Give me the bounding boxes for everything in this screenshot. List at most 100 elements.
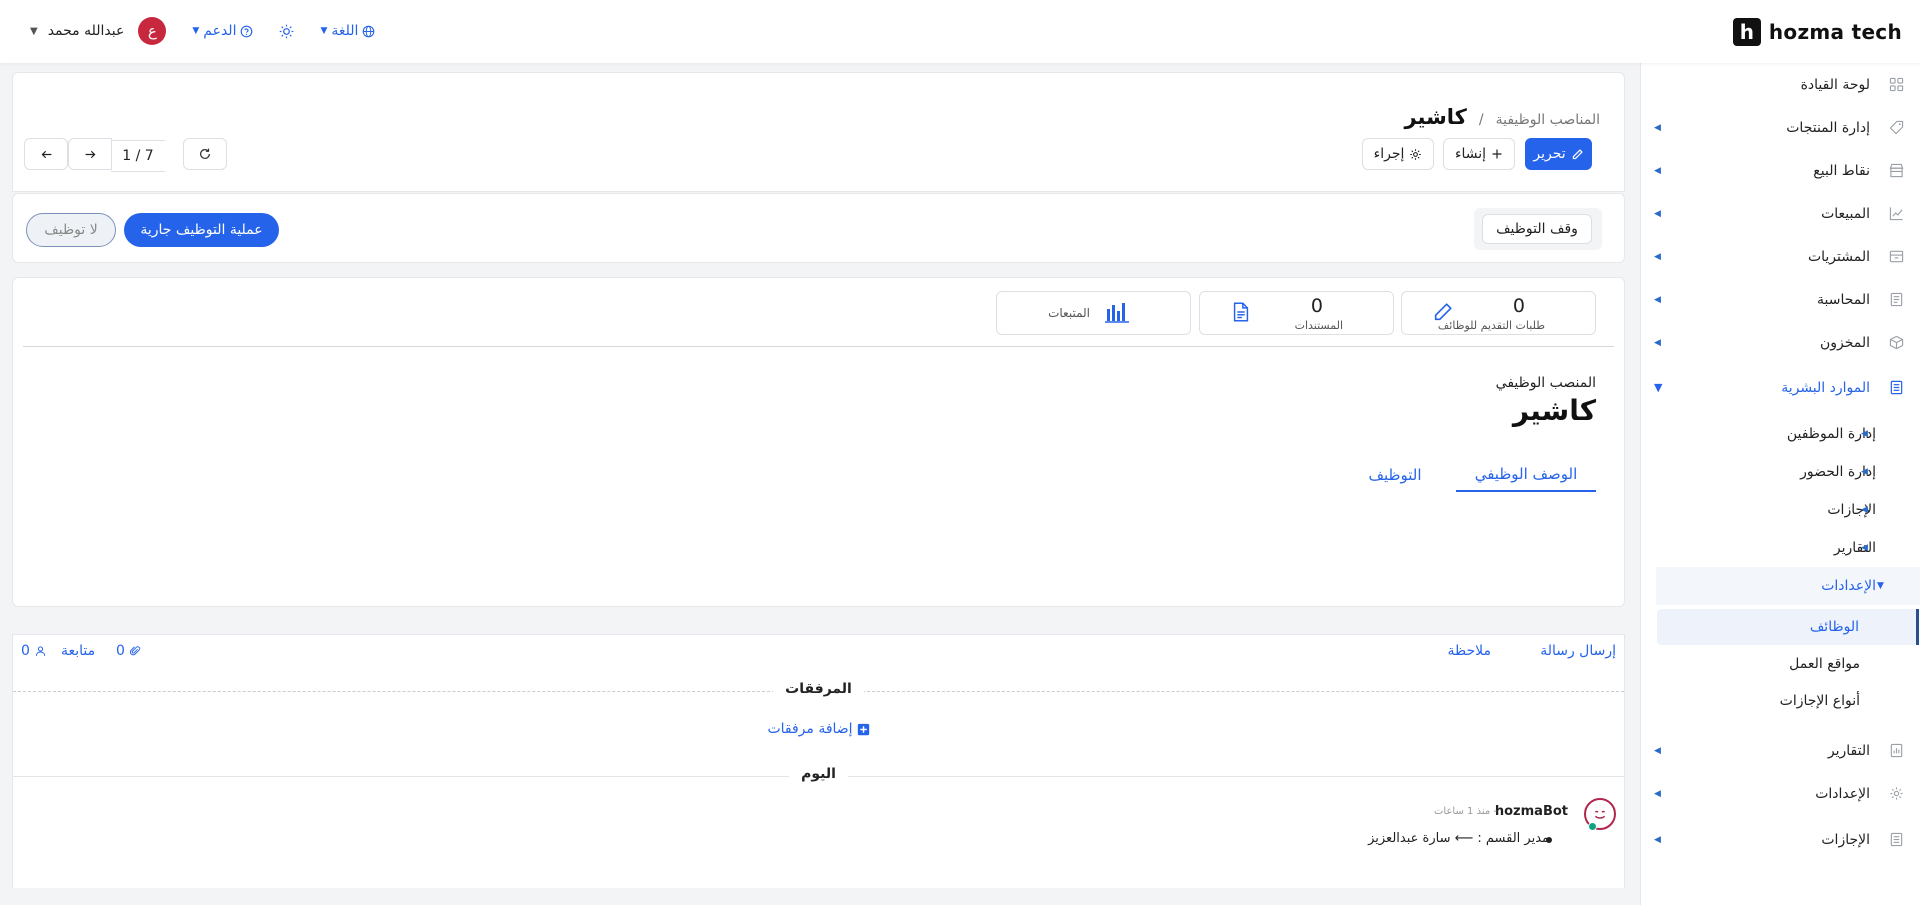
globe-icon [362,25,375,38]
dashboard-icon [1889,77,1904,92]
sidebar-leaf-label: الوظائف [1809,619,1859,635]
arrow-right-icon [84,148,97,161]
sidebar-leaf-jobs[interactable]: الوظائف [1657,609,1919,645]
follow-button[interactable]: متابعة [61,643,95,659]
caret-left-icon: ◀ [1861,543,1868,553]
user-name[interactable]: عبدالله محمد [48,23,125,39]
stat-documents[interactable]: 0 المستندات [1199,291,1394,335]
sidebar-subitem-label: الإعدادات [1821,578,1876,594]
sidebar-item-label: إدارة المنتجات [1786,119,1870,136]
page-title: كاشير [1404,105,1467,129]
user-icon [35,645,46,657]
sidebar-item-settings[interactable]: الإعدادات ◀ [1640,772,1920,815]
pager-count[interactable]: 1 / 7 [111,140,165,172]
add-attachments-button[interactable]: إضافة مرفقات [13,721,1624,737]
stat-value: 0 [1310,295,1323,317]
chart-icon [1889,206,1904,221]
sidebar-subitem-attendance[interactable]: إدارة الحضور ◀ [1640,453,1920,491]
stat-applications[interactable]: 0 طلبات التقديم للوظائف [1401,291,1596,335]
sidebar-item-sales[interactable]: المبيعات ◀ [1640,192,1920,235]
store-icon [1889,163,1904,178]
previous-record-button[interactable] [24,138,68,170]
job-form-sheet: 0 طلبات التقديم للوظائف 0 المستندات المت… [12,277,1625,607]
attachments-count-button[interactable]: 0 [116,643,141,659]
tab-job-description[interactable]: الوصف الوظيفي [1456,458,1596,492]
edit-button[interactable]: تحرير [1525,138,1592,170]
job-position-value[interactable]: كاشير [1513,394,1596,427]
attachments-title: المرفقات [13,681,1624,697]
top-bar: h hozma tech ▼ عبدالله محمد ع ▼ الدعم ▼ … [0,0,1920,63]
sidebar-subitem-settings[interactable]: الإعدادات ▼ [1656,567,1920,605]
tag-icon [1889,120,1904,135]
caret-left-icon: ◀ [1654,788,1661,799]
paperclip-icon [129,645,141,657]
breadcrumb-parent-link[interactable]: المناصب الوظيفية [1496,112,1600,128]
sidebar-item-label: المحاسبة [1816,291,1870,308]
sidebar-subitem-label: الإجازات [1827,502,1876,518]
followers-button[interactable]: 0 [21,643,46,659]
language-menu[interactable]: ▼ اللغة [320,23,375,39]
sidebar-subitem-employees[interactable]: إدارة الموظفين ◀ [1640,415,1920,453]
next-record-button[interactable] [68,138,112,170]
sidebar-item-reports[interactable]: التقارير ◀ [1640,729,1920,772]
plus-square-icon [857,723,870,736]
sidebar-item-label: التقارير [1827,742,1870,759]
create-button[interactable]: إنشاء [1443,138,1515,170]
bar-chart-icon [1105,301,1129,323]
sidebar-item-pos[interactable]: نقاط البيع ◀ [1640,149,1920,192]
box-icon [1889,249,1904,264]
action-button[interactable]: إجراء [1362,138,1434,170]
status-not-recruiting[interactable]: لا توظيف [26,213,116,247]
sidebar-item-leaves[interactable]: الإجازات ◀ [1640,818,1920,861]
caret-left-icon: ◀ [1861,467,1868,477]
brand-logo[interactable]: h hozma tech [1732,18,1902,46]
user-menu-caret-icon[interactable]: ▼ [30,26,38,37]
breadcrumb-separator: / [1478,112,1484,128]
sidebar-item-purchases[interactable]: المشتريات ◀ [1640,235,1920,278]
message-author[interactable]: hozmaBot [1495,804,1568,819]
sidebar-item-products[interactable]: إدارة المنتجات ◀ [1640,106,1920,149]
control-panel: المناصب الوظيفية / كاشير تحرير إنشاء إجر… [12,72,1625,192]
chatter-panel: إرسال رسالة ملاحظة 0 متابعة 0 المرفقات إ… [12,634,1625,888]
log-note-button[interactable]: ملاحظة [1448,643,1492,659]
sidebar-leaf-label: أنواع الإجازات [1779,693,1860,709]
sidebar-subitem-reports[interactable]: التقارير ◀ [1640,529,1920,567]
caret-left-icon: ◀ [1654,251,1661,262]
edit-button-label: تحرير [1533,146,1566,162]
gear-icon [1409,148,1422,161]
stat-label: المستندات [1294,319,1343,332]
tab-recruitment[interactable]: التوظيف [1346,458,1444,492]
sidebar-item-accounting[interactable]: المحاسبة ◀ [1640,278,1920,321]
message-time: - منذ 1 ساعات [1433,806,1497,817]
caret-left-icon: ◀ [1654,745,1661,756]
followers-count: 0 [21,643,30,659]
sidebar-item-label: الإعدادات [1815,785,1870,802]
refresh-button[interactable] [183,138,227,170]
stop-recruitment-button[interactable]: وقف التوظيف [1482,214,1592,244]
status-recruitment-in-progress[interactable]: عملية التوظيف جارية [124,213,279,247]
sidebar-subitem-leaves[interactable]: الإجازات ◀ [1640,491,1920,529]
brand-name: hozma tech [1768,20,1902,44]
support-menu[interactable]: ▼ الدعم [192,23,253,39]
sidebar-item-dashboard[interactable]: لوحة القيادة [1640,63,1920,106]
caret-left-icon: ◀ [1654,294,1661,305]
caret-left-icon: ◀ [1861,429,1868,439]
send-message-button[interactable]: إرسال رسالة [1540,643,1616,659]
caret-left-icon: ◀ [1654,337,1661,348]
help-circle-icon [240,25,253,38]
sidebar-item-label: المبيعات [1821,205,1870,222]
document-icon [1889,380,1904,395]
sidebar-leaf-work-locations[interactable]: مواقع العمل [1640,646,1920,682]
recruitment-status-bar: وقف التوظيف عملية التوظيف جارية لا توظيف [12,193,1625,263]
caret-down-icon: ▼ [1654,381,1663,394]
stat-trackers[interactable]: المتبعات [996,291,1191,335]
add-attachments-label: إضافة مرفقات [767,721,853,737]
theme-toggle-sun-icon[interactable] [279,24,294,39]
sidebar-leaf-leave-types[interactable]: أنواع الإجازات [1640,683,1920,719]
sidebar-item-hr[interactable]: الموارد البشرية ▼ [1640,366,1920,409]
sidebar-item-inventory[interactable]: المخزون ◀ [1640,321,1920,364]
stat-value: 0 [1512,295,1525,317]
user-avatar[interactable]: ع [138,17,167,45]
report-icon [1889,743,1904,758]
caret-left-icon: ◀ [1654,165,1661,176]
